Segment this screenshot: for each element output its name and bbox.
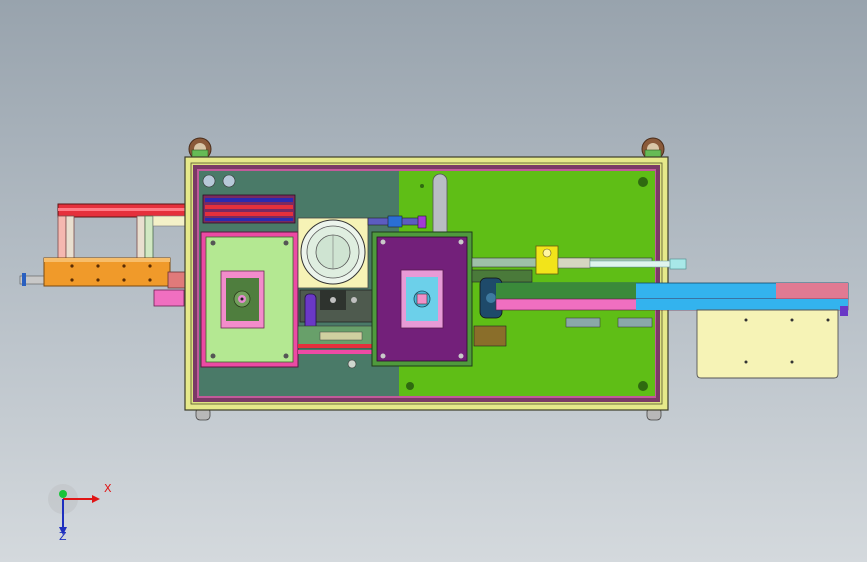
z-axis-label: Z <box>59 530 67 543</box>
orange-feeder-bar[interactable] <box>19 257 187 307</box>
coordinate-triad: X Z <box>40 480 120 550</box>
output-tray[interactable] <box>696 309 839 379</box>
cad-viewport[interactable]: X Z <box>0 0 867 562</box>
center-mechanism[interactable] <box>297 289 375 354</box>
x-axis-label: X <box>104 482 112 495</box>
center-fixture[interactable] <box>371 231 473 367</box>
left-feeder-arm[interactable] <box>57 203 187 261</box>
left-fixture[interactable] <box>200 231 299 368</box>
machine-assembly-model[interactable] <box>0 0 867 562</box>
y-axis-marker <box>59 490 67 498</box>
stacked-rails <box>202 194 296 224</box>
